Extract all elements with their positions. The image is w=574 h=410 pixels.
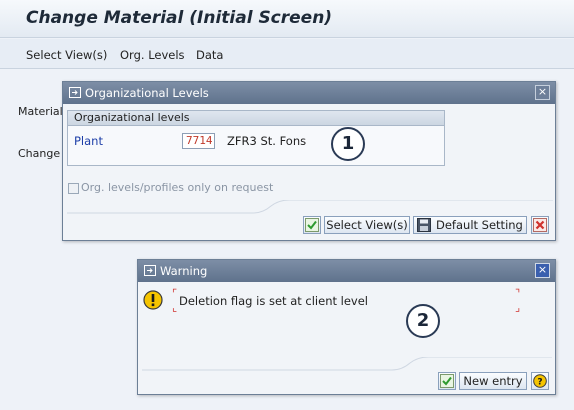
org-levels-on-request-label: Org. levels/profiles only on request [81,181,274,194]
floppy-disk-icon [417,218,431,232]
select-views-button[interactable]: Select View(s) [324,216,410,234]
cancel-button[interactable] [531,216,549,234]
message-bracket-bottom-left: ⌞ [172,301,178,314]
help-icon: ? [533,374,547,388]
menu-org-levels[interactable]: Org. Levels [120,48,185,62]
plant-description: ZFR3 St. Fons [227,134,307,148]
window-title: Change Material (Initial Screen) [26,8,333,28]
org-levels-dialog-title-bar: Organizational Levels × [63,82,555,104]
org-levels-group-header: Organizational levels [68,111,444,126]
default-setting-button[interactable]: Default Setting [413,216,527,234]
menu-data[interactable]: Data [196,48,223,62]
checkmark-icon [440,374,454,388]
change-number-label: Change I [18,147,67,160]
cancel-x-icon [533,218,547,232]
warning-message: Deletion flag is set at client level [179,294,369,308]
plant-input[interactable]: 7714 [182,133,215,149]
warning-confirm-button[interactable] [438,372,456,390]
message-bracket-top-left: ⌜ [172,287,178,300]
menu-bar: Select View(s) Org. Levels Data [0,39,574,69]
close-icon[interactable]: × [535,263,550,278]
material-label: Material [18,105,63,118]
warning-dialog-title-bar: Warning × [138,260,555,282]
window-icon [69,87,81,98]
checkmark-icon [305,218,319,232]
close-icon[interactable]: × [535,85,550,100]
org-levels-group: Organizational levels Plant 7714 ZFR3 St… [67,110,445,166]
callout-badge-1: 1 [331,127,365,161]
svg-text:?: ? [537,378,542,388]
menu-select-views[interactable]: Select View(s) [26,48,107,62]
help-button[interactable]: ? [531,372,549,390]
plant-label: Plant [74,134,103,148]
window-title-bar: Change Material (Initial Screen) [0,0,574,38]
callout-badge-2: 2 [406,304,440,338]
org-levels-dialog-title: Organizational Levels [85,86,209,100]
new-entry-button[interactable]: New entry [459,372,527,390]
message-bracket-top-right: ⌝ [515,287,521,300]
separator-curve [142,357,552,371]
confirm-button[interactable] [303,216,321,234]
window-icon [144,265,156,276]
default-setting-label: Default Setting [436,218,523,232]
separator-curve [67,200,553,214]
warning-icon [143,290,163,310]
message-bracket-bottom-right: ⌟ [515,301,521,314]
warning-dialog: Warning × ⌜ ⌞ ⌝ ⌟ Deletion flag is set a… [137,259,556,395]
org-levels-on-request-checkbox[interactable] [68,183,79,194]
warning-dialog-title: Warning [160,264,208,278]
org-levels-dialog: Organizational Levels × Organizational l… [62,81,556,241]
